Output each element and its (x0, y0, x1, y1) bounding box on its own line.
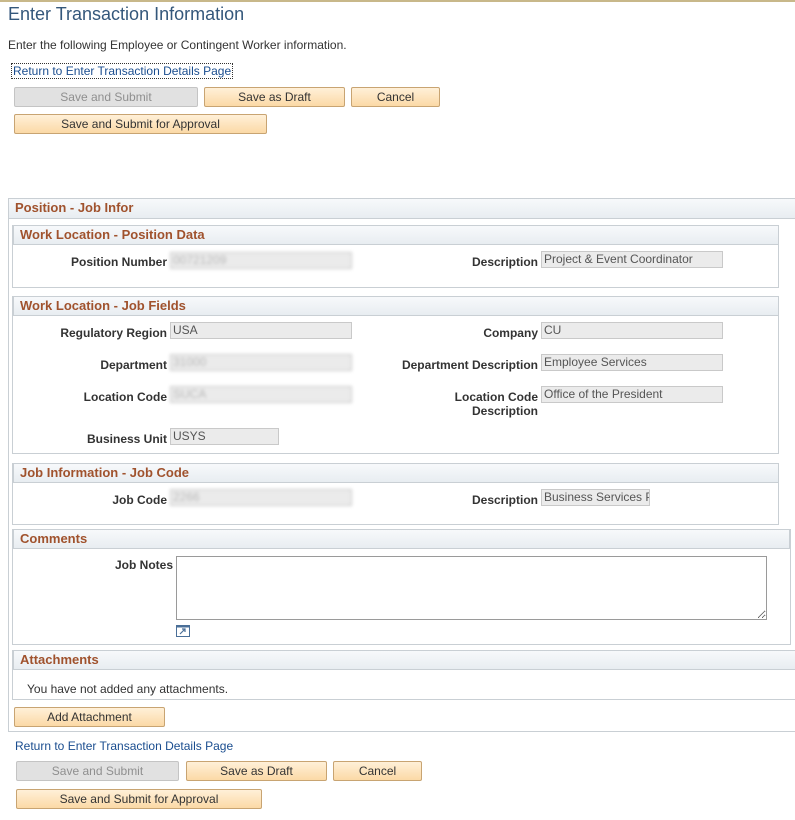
save-and-submit-for-approval-button-top[interactable]: Save and Submit for Approval (14, 114, 267, 134)
location-code-description-label-line2: Description (471, 404, 538, 418)
comments-header: Comments (13, 529, 790, 549)
job-code-label: Job Code (112, 493, 167, 507)
location-code-label: Location Code (83, 390, 167, 404)
department-label: Department (100, 358, 167, 372)
top-accent-line (0, 0, 795, 2)
save-as-draft-button-top[interactable]: Save as Draft (204, 87, 345, 107)
save-and-submit-for-approval-button-bottom[interactable]: Save and Submit for Approval (16, 789, 262, 809)
job-code-description-label: Description (471, 493, 538, 507)
job-fields-header: Work Location - Job Fields (13, 296, 779, 316)
job-notes-label: Job Notes (114, 558, 173, 572)
return-link-bottom[interactable]: Return to Enter Transaction Details Page (15, 739, 233, 753)
page-instructions: Enter the following Employee or Continge… (8, 38, 347, 52)
position-job-info-header: Position - Job Infor (9, 199, 795, 219)
job-fields-group (12, 296, 779, 454)
job-code-field: 2266 (170, 489, 352, 506)
position-number-field: 00721209 (170, 252, 352, 269)
department-field: 31000 (170, 354, 352, 371)
department-description-label: Department Description (401, 358, 538, 372)
add-attachment-button[interactable]: Add Attachment (14, 707, 165, 727)
return-link-top[interactable]: Return to Enter Transaction Details Page (10, 63, 234, 79)
attachments-empty-message: You have not added any attachments. (27, 682, 229, 696)
company-field: CU (541, 322, 723, 339)
business-unit-field: USYS (170, 428, 279, 445)
save-and-submit-button-top[interactable]: Save and Submit (14, 87, 198, 107)
company-label: Company (483, 326, 538, 340)
page-title: Enter Transaction Information (8, 4, 245, 24)
save-and-submit-button-bottom[interactable]: Save and Submit (16, 761, 179, 781)
job-code-header: Job Information - Job Code (13, 463, 779, 483)
cancel-button-top[interactable]: Cancel (351, 87, 440, 107)
position-data-header: Work Location - Position Data (13, 225, 779, 245)
save-as-draft-button-bottom[interactable]: Save as Draft (186, 761, 327, 781)
cancel-button-bottom[interactable]: Cancel (333, 761, 422, 781)
department-description-field: Employee Services (541, 354, 723, 371)
business-unit-label: Business Unit (86, 432, 167, 446)
job-notes-textarea[interactable] (176, 556, 767, 620)
position-number-label: Position Number (70, 255, 167, 269)
expand-textarea-icon[interactable] (176, 625, 190, 637)
description-label: Description (471, 255, 538, 269)
position-description-field: Project & Event Coordinator (541, 251, 723, 268)
job-code-description-field: Business Services P (541, 489, 650, 506)
attachments-header: Attachments (13, 650, 795, 670)
regulatory-region-label: Regulatory Region (60, 326, 167, 340)
regulatory-region-field: USA (170, 322, 352, 339)
location-code-description-label-line1: Location Code (454, 390, 538, 404)
location-code-field: SUCA (170, 386, 352, 403)
location-code-description-field: Office of the President (541, 386, 723, 403)
